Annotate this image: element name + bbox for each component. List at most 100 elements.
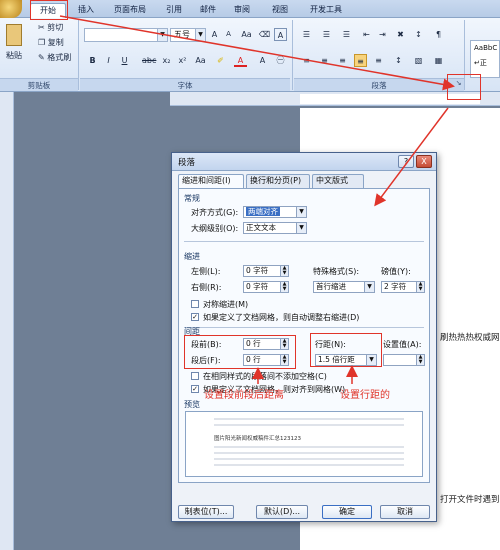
office-button[interactable] [0, 0, 22, 18]
format-painter-button[interactable]: ✎ 格式刷 [38, 50, 71, 65]
dialog-title-bar: 段落 ? X [172, 153, 436, 171]
italic-icon[interactable]: I [102, 54, 115, 67]
spinner-icon[interactable]: ▲ ▼ [280, 266, 288, 276]
chinese-layout-icon[interactable]: ✖ [394, 28, 407, 41]
auto-adjust-checkbox[interactable]: ✓ [191, 313, 199, 321]
help-button[interactable]: ? [398, 155, 414, 168]
tabs-button[interactable]: 制表位(T)... [178, 505, 234, 519]
snap-to-grid-checkbox[interactable]: ✓ [191, 385, 199, 393]
paste-button[interactable]: 粘贴 [6, 48, 22, 63]
ribbon: 粘贴 ✂ 剪切 ❐ 复制 ✎ 格式刷 剪贴板 ▼ 五号 ▼ A A Aa ⌫ A … [0, 18, 500, 92]
line-spacing-annotation: 设置行距的 [340, 390, 390, 401]
shrink-font-icon[interactable]: A [222, 28, 235, 41]
tab-asian-typography[interactable]: 中文版式(H) [312, 174, 364, 197]
bold-icon[interactable]: B [86, 54, 99, 67]
char-shading-icon[interactable]: A [256, 54, 269, 67]
sort-icon[interactable]: ↕ [412, 28, 425, 41]
decrease-indent-icon[interactable]: ⇤ [360, 28, 373, 41]
left-indent-label: 左侧(L): [191, 267, 221, 276]
divider [184, 241, 424, 242]
justify-icon[interactable]: ≡ [354, 54, 367, 67]
tab-developer[interactable]: 开发工具 [306, 3, 346, 18]
right-indent-input[interactable]: 0 字符 ▲ ▼ [243, 281, 289, 293]
vertical-ruler [0, 92, 14, 550]
highlight-line-spacing [310, 333, 382, 367]
alignment-select[interactable]: 两端对齐 ▼ [243, 206, 307, 218]
clear-format-icon[interactable]: ⌫ [258, 28, 271, 41]
char-border-icon[interactable]: A [274, 28, 287, 41]
ok-button[interactable]: 确定 [322, 505, 372, 519]
tab-review[interactable]: 审阅 [230, 3, 254, 18]
section-preview-title: 预览 [184, 400, 200, 409]
numbering-icon[interactable]: ☰ [320, 28, 333, 41]
highlight-icon[interactable]: ✐ [214, 54, 227, 67]
close-button[interactable]: X [416, 155, 432, 168]
multilevel-list-icon[interactable]: ☰ [340, 28, 353, 41]
enclose-char-icon[interactable]: ㊀ [274, 54, 287, 67]
cut-label: 剪切 [47, 23, 64, 32]
show-marks-icon[interactable]: ¶ [432, 28, 445, 41]
alignment-label: 对齐方式(G): [191, 208, 239, 217]
increase-indent-icon[interactable]: ⇥ [376, 28, 389, 41]
right-indent-label: 右侧(R): [191, 283, 222, 292]
preview-box: 图片阳光新闻权威稿件汇总123123 [185, 411, 423, 477]
cut-button[interactable]: ✂ 剪切 [38, 20, 63, 35]
shading-icon[interactable]: ▧ [412, 54, 425, 67]
indent-by-input[interactable]: 2 字符 ▲ ▼ [381, 281, 425, 293]
line-spacing-icon[interactable]: ↕ [392, 54, 405, 67]
outline-level-label: 大纲级别(O): [191, 224, 239, 233]
spacing-annotation: 设置段前段后距离 [204, 390, 284, 401]
distributed-icon[interactable]: ≡ [372, 54, 385, 67]
mirror-indent-label: 对称缩进(M) [203, 300, 249, 309]
align-left-icon[interactable]: ≡ [300, 54, 313, 67]
bullets-icon[interactable]: ☰ [300, 28, 313, 41]
paste-icon[interactable] [6, 24, 22, 46]
spinner-icon[interactable]: ▲ ▼ [280, 282, 288, 292]
borders-icon[interactable]: ▦ [432, 54, 445, 67]
tab-indents-spacing[interactable]: 缩进和间距(I) [178, 174, 244, 189]
tab-references[interactable]: 引用 [162, 3, 186, 18]
right-indent-value: 0 字符 [246, 282, 269, 291]
group-separator [292, 20, 293, 90]
format-painter-label: 格式刷 [47, 53, 72, 62]
tab-view[interactable]: 视图 [268, 3, 292, 18]
spinner-icon[interactable]: ▲ ▼ [416, 282, 424, 292]
spacing-at-label: 设置值(A): [383, 340, 422, 349]
highlight-home-tab [30, 0, 68, 20]
styles-name: ↵正 [474, 59, 487, 67]
chevron-down-icon: ▼ [364, 282, 374, 292]
superscript-icon[interactable]: x² [176, 54, 189, 67]
cancel-button[interactable]: 取消 [380, 505, 430, 519]
tab-page-layout[interactable]: 页面布局 [108, 3, 152, 18]
text-effects-icon[interactable]: Aa [194, 54, 207, 67]
dialog-title: 段落 [178, 158, 196, 168]
preview-line [214, 418, 404, 420]
font-size-combo[interactable]: 五号 ▼ [170, 28, 206, 42]
set-default-button[interactable]: 默认(D)... [256, 505, 308, 519]
grow-font-icon[interactable]: A [208, 28, 221, 41]
spacing-at-input[interactable]: ▲ ▼ [383, 354, 425, 366]
mirror-indent-checkbox[interactable] [191, 300, 199, 308]
change-case-icon[interactable]: Aa [240, 28, 253, 41]
underline-icon[interactable]: U [118, 54, 131, 67]
document-text-line: 刷热热热权威网 [440, 333, 500, 343]
tab-insert[interactable]: 插入 [72, 3, 100, 18]
align-right-icon[interactable]: ≡ [336, 54, 349, 67]
align-center-icon[interactable]: ≡ [318, 54, 331, 67]
no-space-same-style-checkbox[interactable] [191, 372, 199, 380]
left-indent-input[interactable]: 0 字符 ▲ ▼ [243, 265, 289, 277]
strikethrough-icon[interactable]: abc [142, 54, 156, 67]
font-size-value: 五号 [174, 30, 190, 39]
tab-mailings[interactable]: 邮件 [196, 3, 220, 18]
tab-line-page-breaks[interactable]: 换行和分页(P) [246, 174, 310, 188]
styles-gallery[interactable]: AaBbC ↵正 [470, 40, 500, 78]
font-color-icon[interactable]: A [234, 54, 247, 67]
outline-level-select[interactable]: 正文文本 ▼ [243, 222, 307, 234]
spinner-icon[interactable]: ▲ ▼ [416, 355, 424, 365]
special-format-select[interactable]: 首行缩进 ▼ [313, 281, 375, 293]
font-name-combo[interactable]: ▼ [84, 28, 168, 42]
subscript-icon[interactable]: x₂ [160, 54, 173, 67]
preview-sample-text: 图片阳光新闻权威稿件汇总123123 [214, 436, 301, 442]
group-separator [78, 20, 79, 90]
copy-button[interactable]: ❐ 复制 [38, 35, 64, 50]
